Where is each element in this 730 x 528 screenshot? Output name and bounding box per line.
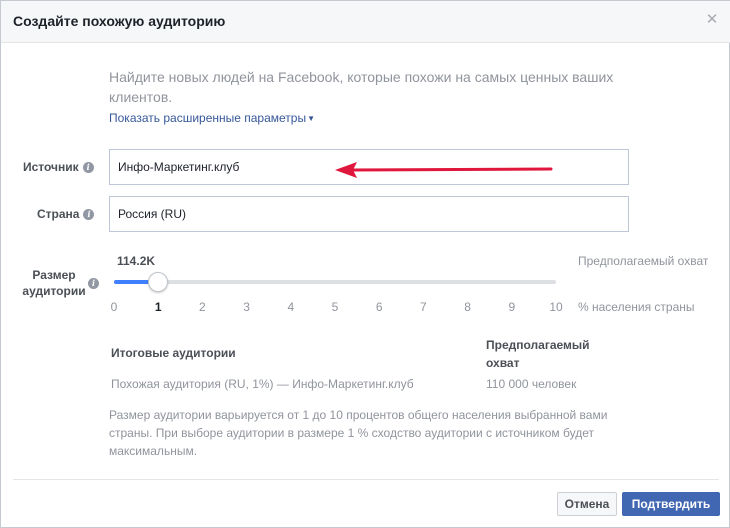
audience-size-label-line2: аудитории <box>22 284 86 298</box>
summary-audience-reach: 110 000 человек <box>486 377 577 391</box>
dialog-title: Создайте похожую аудиторию <box>13 13 226 29</box>
info-icon[interactable]: i <box>88 278 99 289</box>
confirm-button[interactable]: Подтвердить <box>622 492 720 516</box>
summary-reach-header: Предполагаемый охват <box>486 338 590 370</box>
slider-tick-0[interactable]: 0 <box>104 300 124 314</box>
estimated-audience-count: 114.2K <box>117 254 156 268</box>
source-label: Источник <box>23 160 79 174</box>
slider-tick-10[interactable]: 10 <box>546 300 566 314</box>
summary-audience-name: Похожая аудитория (RU, 1%) — Инфо-Маркет… <box>111 377 414 391</box>
audience-size-slider-track[interactable] <box>114 280 556 284</box>
slider-tick-3[interactable]: 3 <box>237 300 257 314</box>
cancel-button[interactable]: Отмена <box>557 492 617 516</box>
audience-size-slider-handle[interactable] <box>148 272 169 292</box>
slider-tick-6[interactable]: 6 <box>369 300 389 314</box>
source-label-row: Источник i <box>23 160 94 174</box>
audience-size-note: Размер аудитории варьируется от 1 до 10 … <box>109 408 608 458</box>
country-input[interactable]: Россия (RU) <box>109 196 629 232</box>
intro-text: Найдите новых людей на Facebook, которые… <box>109 69 614 105</box>
advanced-link-label: Показать расширенные параметры <box>109 111 307 125</box>
slider-tick-7[interactable]: 7 <box>413 300 433 314</box>
audience-size-label-row: Размер аудитории <box>19 267 89 299</box>
summary-audiences-header: Итоговые аудитории <box>111 346 236 360</box>
estimated-reach-label: Предполагаемый охват <box>578 254 709 268</box>
slider-tick-5[interactable]: 5 <box>325 300 345 314</box>
slider-tick-2[interactable]: 2 <box>192 300 212 314</box>
percent-of-country-label: % населения страны <box>578 300 695 314</box>
info-icon[interactable]: i <box>83 209 95 221</box>
country-label-row: Страна i <box>37 207 95 221</box>
red-arrow-annotation <box>335 162 553 178</box>
footer-divider <box>13 479 719 480</box>
lookalike-audience-dialog: Создайте похожую аудиторию ✕ Найдите нов… <box>0 0 730 528</box>
slider-tick-9[interactable]: 9 <box>502 300 522 314</box>
country-label: Страна <box>37 207 80 221</box>
info-icon[interactable]: i <box>82 162 94 174</box>
slider-tick-4[interactable]: 4 <box>281 300 301 314</box>
audience-size-label-line1: Размер <box>32 268 76 282</box>
slider-tick-1[interactable]: 1 <box>148 300 168 314</box>
close-icon[interactable]: ✕ <box>705 12 719 27</box>
slider-tick-8[interactable]: 8 <box>458 300 478 314</box>
dialog-header: Создайте похожую аудиторию ✕ <box>1 1 730 43</box>
show-advanced-options-link[interactable]: Показать расширенные параметры▼ <box>109 111 315 125</box>
caret-down-icon: ▼ <box>307 114 316 123</box>
